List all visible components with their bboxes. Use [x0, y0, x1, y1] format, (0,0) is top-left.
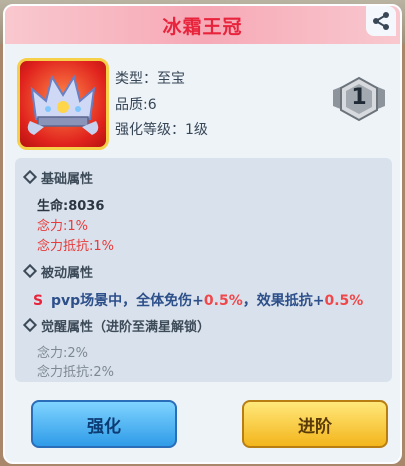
enhance-button[interactable]: 强化: [31, 400, 177, 448]
share-button[interactable]: [366, 6, 396, 36]
attributes-box: 基础属性 生命:8036 念力:1% 念力抵抗:1% 被动属性 Spvp场景中，…: [15, 158, 392, 382]
awaken-mind: 念力:2%: [37, 346, 89, 361]
skill-s-icon: S: [33, 293, 44, 309]
attr-hp: 生命:8036: [37, 199, 105, 214]
passive-attr-header: 被动属性: [22, 262, 93, 281]
base-attr-header: 基础属性: [22, 168, 93, 187]
item-type: 类型：至宝: [115, 71, 185, 87]
awaken-attr-header: 觉醒属性（进阶至满星解锁）: [22, 316, 210, 335]
share-icon: [373, 12, 389, 30]
diamond-bullet-icon: [22, 317, 38, 333]
rank-number: 1: [351, 85, 367, 110]
attr-mind-resist: 念力抵抗:1%: [37, 239, 115, 254]
item-enhance-level: 强化等级：1级: [115, 122, 208, 138]
attr-mind: 念力:1%: [37, 219, 89, 234]
title-bar: 冰霜王冠: [5, 6, 400, 44]
diamond-bullet-icon: [22, 169, 38, 185]
item-title: 冰霜王冠: [162, 16, 243, 38]
passive-effect: Spvp场景中，全体免伤+0.5%，效果抵抗+0.5%: [33, 293, 364, 309]
awaken-mind-resist: 念力抵抗:2%: [37, 365, 115, 380]
item-detail-panel: 冰霜王冠 类型：至宝 品质:6 强化等级：1级 1 基础属性 生命:8036 念…: [3, 4, 402, 464]
diamond-bullet-icon: [22, 263, 38, 279]
item-quality: 品质:6: [115, 97, 157, 113]
advance-button[interactable]: 进阶: [242, 400, 388, 448]
crown-icon[interactable]: [17, 58, 109, 150]
rank-badge: 1: [331, 76, 387, 122]
